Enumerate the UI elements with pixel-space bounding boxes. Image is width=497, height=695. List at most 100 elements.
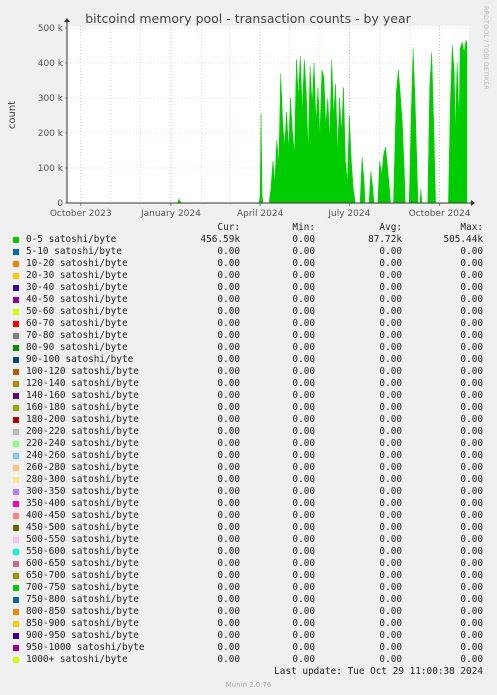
legend-min-value: 0.00 [292,426,315,437]
legend-header-cur: Cur: [217,222,240,233]
legend-label: 450-500 satoshi/byte [26,522,139,533]
legend-row: 450-500 satoshi/byte 0.00 0.00 0.00 0.00 [0,522,497,534]
legend-swatch [13,429,19,435]
legend-cur-value: 0.00 [217,606,240,617]
legend-cur-value: 0.00 [217,354,240,365]
legend-cur-value: 0.00 [217,282,240,293]
legend-min-value: 0.00 [292,630,315,641]
legend-row: 80-90 satoshi/byte 0.00 0.00 0.00 0.00 [0,342,497,354]
legend-min-value: 0.00 [292,438,315,449]
legend-avg-value: 0.00 [379,582,402,593]
legend-cur-value: 0.00 [217,582,240,593]
legend-cur-value: 0.00 [217,654,240,665]
legend-label: 1000+ satoshi/byte [26,654,128,665]
legend-cur-value: 0.00 [217,402,240,413]
legend-row: 750-800 satoshi/byte 0.00 0.00 0.00 0.00 [0,594,497,606]
x-tick-label: October 2024 [409,209,471,219]
legend-label: 800-850 satoshi/byte [26,606,139,617]
legend-cur-value: 0.00 [217,342,240,353]
legend-row: 90-100 satoshi/byte 0.00 0.00 0.00 0.00 [0,354,497,366]
legend-avg-value: 87.72k [368,234,402,245]
legend-max-value: 0.00 [460,426,483,437]
legend-row: 50-60 satoshi/byte 0.00 0.00 0.00 0.00 [0,306,497,318]
legend-swatch [13,657,19,663]
legend-row: 60-70 satoshi/byte 0.00 0.00 0.00 0.00 [0,318,497,330]
legend-avg-value: 0.00 [379,390,402,401]
legend-label: 140-160 satoshi/byte [26,390,139,401]
legend-min-value: 0.00 [292,474,315,485]
legend-max-value: 0.00 [460,294,483,305]
legend-swatch [13,249,19,255]
legend-cur-value: 0.00 [217,258,240,269]
legend-max-value: 0.00 [460,534,483,545]
legend-cur-value: 0.00 [217,330,240,341]
legend-cur-value: 0.00 [217,546,240,557]
legend-avg-value: 0.00 [379,534,402,545]
legend-cur-value: 0.00 [217,486,240,497]
legend-max-value: 0.00 [460,618,483,629]
legend-max-value: 0.00 [460,570,483,581]
legend-row: 1000+ satoshi/byte 0.00 0.00 0.00 0.00 [0,654,497,666]
legend-swatch [13,549,19,555]
legend-min-value: 0.00 [292,522,315,533]
legend: 0-5 satoshi/byte 456.59k 0.00 87.72k 505.44k… [0,234,497,666]
legend-min-value: 0.00 [292,414,315,425]
legend-row: 300-350 satoshi/byte 0.00 0.00 0.00 0.00 [0,486,497,498]
legend-label: 40-50 satoshi/byte [26,294,128,305]
legend-min-value: 0.00 [292,318,315,329]
legend-min-value: 0.00 [292,582,315,593]
legend-min-value: 0.00 [292,486,315,497]
legend-avg-value: 0.00 [379,558,402,569]
legend-row: 550-600 satoshi/byte 0.00 0.00 0.00 0.00 [0,546,497,558]
legend-label: 220-240 satoshi/byte [26,438,139,449]
legend-avg-value: 0.00 [379,498,402,509]
legend-row: 700-750 satoshi/byte 0.00 0.00 0.00 0.00 [0,582,497,594]
legend-min-value: 0.00 [292,510,315,521]
legend-cur-value: 0.00 [217,630,240,641]
legend-avg-value: 0.00 [379,306,402,317]
legend-avg-value: 0.00 [379,522,402,533]
legend-row: 20-30 satoshi/byte 0.00 0.00 0.00 0.00 [0,270,497,282]
legend-label: 160-180 satoshi/byte [26,402,139,413]
chart: 0 100 k 200 k 300 k 400 k 500 k October 2023 Ja… [0,0,497,225]
legend-label: 350-400 satoshi/byte [26,498,139,509]
legend-row: 500-550 satoshi/byte 0.00 0.00 0.00 0.00 [0,534,497,546]
y-axis-label: count [7,101,18,129]
legend-min-value: 0.00 [292,654,315,665]
legend-cur-value: 0.00 [217,414,240,425]
legend-swatch [13,345,19,351]
legend-cur-value: 0.00 [217,534,240,545]
legend-label: 200-220 satoshi/byte [26,426,139,437]
legend-min-value: 0.00 [292,354,315,365]
y-tick-label: 100 k [38,164,64,174]
legend-label: 100-120 satoshi/byte [26,366,139,377]
legend-max-value: 0.00 [460,342,483,353]
legend-label: 260-280 satoshi/byte [26,462,139,473]
legend-avg-value: 0.00 [379,378,402,389]
y-tick-label: 500 k [38,24,64,34]
legend-max-value: 0.00 [460,510,483,521]
legend-row: 10-20 satoshi/byte 0.00 0.00 0.00 0.00 [0,258,497,270]
legend-header: Cur: Min: Avg: Max: [0,222,497,234]
legend-swatch [13,333,19,339]
legend-row: 5-10 satoshi/byte 0.00 0.00 0.00 0.00 [0,246,497,258]
legend-max-value: 0.00 [460,474,483,485]
legend-swatch [13,633,19,639]
legend-swatch [13,465,19,471]
legend-label: 80-90 satoshi/byte [26,342,128,353]
legend-avg-value: 0.00 [379,402,402,413]
legend-cur-value: 0.00 [217,450,240,461]
y-tick-label: 200 k [38,129,64,139]
legend-swatch [13,645,19,651]
legend-min-value: 0.00 [292,450,315,461]
legend-max-value: 0.00 [460,330,483,341]
legend-max-value: 0.00 [460,282,483,293]
legend-min-value: 0.00 [292,558,315,569]
legend-swatch [13,441,19,447]
legend-cur-value: 0.00 [217,426,240,437]
legend-row: 140-160 satoshi/byte 0.00 0.00 0.00 0.00 [0,390,497,402]
x-axis-arrow [471,200,475,206]
x-tick-label: January 2024 [140,209,201,219]
legend-cur-value: 0.00 [217,642,240,653]
legend-min-value: 0.00 [292,546,315,557]
